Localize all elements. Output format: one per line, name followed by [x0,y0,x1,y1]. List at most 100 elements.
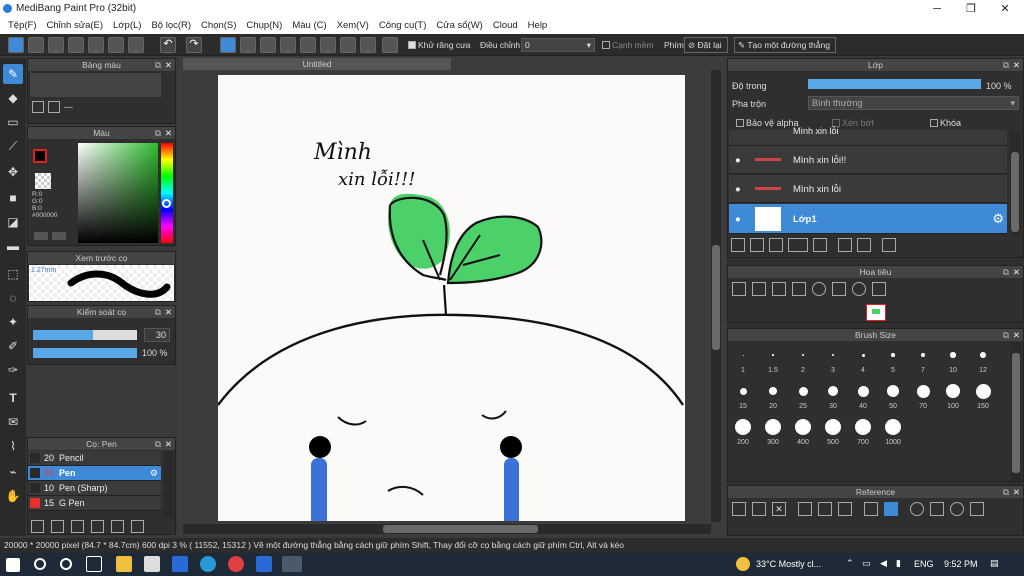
brush-size-cell[interactable]: 25 [788,379,818,415]
close-icon[interactable]: ✕ [165,59,172,71]
close-button[interactable]: ✕ [990,0,1020,18]
trash-icon[interactable] [48,101,60,113]
parallel-snap-icon[interactable] [240,37,256,53]
brush-size-cell[interactable]: 40 [848,379,878,415]
brush-size-cell[interactable]: 5 [878,343,908,379]
brush-size-cell[interactable]: 400 [788,415,818,451]
cloud-icon[interactable] [8,37,24,53]
brush-size-scrollbar[interactable] [1011,343,1021,481]
brush-size-cell[interactable]: 150 [968,379,998,415]
brush-size-cell[interactable]: 4 [848,343,878,379]
brush-item-pencil[interactable]: 20 Pencil [28,451,161,466]
add-layer-menu-icon[interactable] [788,238,808,252]
radial-snap-icon[interactable] [300,37,316,53]
rotate-left-icon[interactable] [910,502,924,516]
reset-view-icon[interactable] [930,502,944,516]
menu-window[interactable]: Cửa sổ(W) [432,18,488,34]
battery-icon[interactable]: ▮ [896,558,901,569]
reset-button[interactable]: ⊘ Đặt lại [684,37,728,53]
brush-size-cell[interactable]: 1000 [878,415,908,451]
ellipse-snap-icon[interactable] [360,37,376,53]
new-8bit-layer-icon[interactable] [769,238,783,252]
visibility-icon[interactable]: ● [735,214,741,225]
menu-edit[interactable]: Chỉnh sửa(E) [43,18,110,34]
cloud-brush-icon[interactable] [31,520,44,533]
settings-gear-icon[interactable] [382,37,398,53]
menu-filter[interactable]: Bộ lọc(R) [147,18,197,34]
search-icon[interactable] [34,558,46,570]
brush-item-pen[interactable]: 30 Pen ⚙ [28,466,161,481]
brush-size-cell[interactable]: 700 [848,415,878,451]
list-icon[interactable] [108,37,124,53]
layer-row[interactable]: Mình xin lỗi [729,126,1007,146]
file-explorer-icon[interactable] [116,556,132,572]
new-halftone-layer-icon[interactable] [750,238,764,252]
rotate-left-icon[interactable] [812,282,826,296]
store-icon[interactable] [144,556,160,572]
eyedropper-icon[interactable] [864,502,878,516]
folder-icon[interactable] [813,238,827,252]
popout-icon[interactable]: ⧉ [155,127,161,139]
popout-icon[interactable]: ⧉ [1003,329,1009,341]
navigator-thumbnail[interactable] [866,304,886,321]
fit-window-icon[interactable] [818,502,832,516]
curve-snap-icon[interactable] [340,37,356,53]
gear-icon[interactable]: ⚙ [992,211,1004,227]
cloud-icon[interactable] [732,502,746,516]
brush-size-cell[interactable]: 30 [818,379,848,415]
flip-icon[interactable] [970,502,984,516]
foreground-color-swatch[interactable] [33,149,47,163]
close-icon[interactable]: ✕ [165,438,172,450]
menu-select[interactable]: Chọn(S) [197,18,242,34]
close-icon[interactable]: ✕ [1013,486,1020,498]
no-snap-icon[interactable] [220,37,236,53]
saturation-value-field[interactable] [78,143,158,243]
weather-text[interactable]: 33°C Mostly cl... [756,559,821,569]
share-icon[interactable] [28,37,44,53]
popout-icon[interactable]: ⧉ [1003,59,1009,71]
chevron-up-icon[interactable]: ⌃ [846,558,854,569]
menu-snap[interactable]: Chụp(N) [242,18,288,34]
menu-tools[interactable]: Công cụ(T) [375,18,433,34]
brush-size-cell[interactable]: 300 [758,415,788,451]
folder-icon[interactable] [111,520,124,533]
new-brush-icon[interactable] [51,520,64,533]
perspective-snap-icon[interactable] [280,37,296,53]
brush-size-cell[interactable]: 50 [878,379,908,415]
brush-size-cell[interactable]: 2 [788,343,818,379]
maximize-button[interactable]: ❐ [956,0,986,18]
brush-tool-icon[interactable]: ✎ [3,64,23,84]
menu-color[interactable]: Màu (C) [288,18,332,34]
popout-icon[interactable]: ⧉ [155,59,161,71]
circle-snap-icon[interactable] [320,37,336,53]
straight-line-button[interactable]: ✎ Tạo một đường thẳng [734,37,836,53]
mail-icon[interactable] [172,556,188,572]
add-brush-icon[interactable] [71,520,84,533]
brush-size-cell[interactable]: 20 [758,379,788,415]
menu-help[interactable]: Help [524,18,554,34]
brush-size-cell[interactable]: 12 [968,343,998,379]
grid-doc-icon[interactable] [88,37,104,53]
text-tool-icon[interactable]: T [3,388,23,408]
brush-list-scrollbar[interactable] [164,452,174,518]
palette-area[interactable] [30,73,161,97]
brush-size-scroll-thumb[interactable] [1012,353,1020,473]
eraser-tool-icon[interactable]: ◆ [3,88,23,108]
hue-handle[interactable] [162,199,171,208]
bucket-tool-icon[interactable]: ◪ [3,212,23,232]
adjust-select[interactable]: 0 ▾ [521,38,595,52]
network-icon[interactable]: ▭ [862,558,871,569]
brush-size-cell[interactable]: 10 [938,343,968,379]
trash-icon[interactable] [882,238,896,252]
soft-edge-checkbox[interactable]: Cạnh mềm [602,40,654,50]
layer-scrollbar[interactable] [1010,132,1020,234]
select-rect-tool-icon[interactable]: ⬚ [3,264,23,284]
brush-item-g-pen[interactable]: 15 G Pen [28,496,161,511]
brush-size-cell[interactable]: 200 [728,415,758,451]
fill-rect-tool-icon[interactable]: ■ [3,188,23,208]
tab-untitled[interactable]: Untitled [183,58,451,70]
rotate-right-icon[interactable] [852,282,866,296]
brush-size-cell[interactable]: 15 [728,379,758,415]
flip-icon[interactable] [872,282,886,296]
new-palette-icon[interactable] [32,101,44,113]
